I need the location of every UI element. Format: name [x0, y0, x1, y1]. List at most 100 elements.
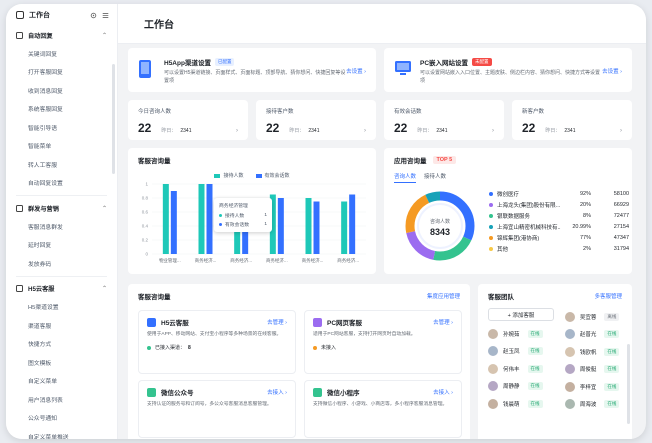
rank-row: 上海龙头(集团)股份有限... 20% 66929 — [489, 199, 633, 210]
team-member[interactable]: 孙婉茹 在线 — [488, 325, 557, 343]
team-member[interactable]: 何伟丰 在线 — [488, 360, 557, 378]
sidebar-item[interactable]: 智能菜单 — [6, 137, 117, 156]
stat-yesterday-value: 2341 — [436, 128, 448, 134]
sidebar-item[interactable]: 图文模板 — [6, 353, 117, 372]
team-member[interactable]: 周静静 在线 — [488, 378, 557, 396]
bar-1[interactable] — [313, 201, 320, 255]
sidebar-scrollbar[interactable] — [112, 64, 115, 174]
pc-setup-title: PC嵌入网站设置 — [420, 60, 469, 67]
unconfigured-badge: 未配置 — [472, 58, 492, 66]
menu-icon[interactable] — [102, 12, 109, 19]
bar-0[interactable] — [198, 184, 205, 254]
sidebar-item[interactable]: 关键词回复 — [6, 44, 117, 63]
status-badge: 在线 — [604, 365, 620, 374]
stat-yesterday-value: 2341 — [308, 128, 320, 134]
sidebar-item[interactable]: 收到消息回复 — [6, 81, 117, 100]
sidebar-item[interactable]: 自定义菜单 — [6, 372, 117, 391]
x-tick-label: 商务经济... — [230, 257, 252, 264]
sidebar-item-label: 快捷方式 — [28, 342, 52, 349]
sidebar-item[interactable]: 自定义菜单推送 — [6, 427, 117, 439]
sidebar-group[interactable]: H5云客服 ⌃ — [6, 280, 117, 298]
status-badge: 在线 — [527, 329, 543, 338]
rank-pct: 2% — [583, 245, 591, 252]
bar-0[interactable] — [162, 184, 169, 254]
sidebar-item[interactable]: 渠道客服 — [6, 316, 117, 335]
rank-count: 47347 — [613, 234, 629, 241]
stat-card: 新客户数 22 昨日： 2341 › — [512, 100, 632, 140]
bar-0[interactable] — [305, 198, 312, 254]
team-member[interactable]: 赵玉凤 在线 — [488, 343, 557, 361]
chevron-right-icon[interactable]: › — [620, 128, 622, 134]
services-manage-link[interactable]: 集度应用管理 — [427, 292, 460, 300]
h5-setup-link[interactable]: 去设置 › — [346, 67, 366, 75]
tab-consult-count[interactable]: 咨询人数 — [394, 172, 417, 183]
team-member[interactable]: 李梓宜 在线 — [564, 378, 622, 396]
member-name: 赵普光 — [579, 332, 597, 339]
sidebar-item-label: 发放券码 — [28, 261, 52, 268]
service-action-link[interactable]: 去管理 › — [267, 318, 287, 326]
sidebar-item[interactable]: 公众号通知 — [6, 409, 117, 428]
sidebar-group[interactable]: 群发与营销 ⌃ — [6, 199, 117, 217]
pc-setup-link[interactable]: 去设置 › — [602, 67, 622, 75]
stat-label: 新客户数 — [522, 109, 545, 115]
team-manage-link[interactable]: 多客服管理 — [594, 292, 622, 300]
settings-icon[interactable] — [90, 12, 97, 19]
sidebar-group[interactable]: 自动回复 ⌃ — [6, 26, 117, 44]
sidebar-item[interactable]: 发放券码 — [6, 254, 117, 273]
rank-name: 上海宜山精密机械科技有... — [497, 224, 561, 231]
team-member[interactable]: 周海波 在线 — [564, 396, 622, 414]
sidebar-item[interactable]: 转人工客服 — [6, 155, 117, 174]
avatar — [488, 381, 498, 392]
sidebar-item[interactable]: 打开客服回复 — [6, 63, 117, 82]
status-badge: 在线 — [604, 382, 620, 391]
tab-reception-count[interactable]: 接待人数 — [424, 172, 446, 183]
stat-card: 有效会话数 22 昨日： 2341 › — [384, 100, 504, 140]
avatar — [564, 329, 575, 340]
team-member[interactable]: 钱欧帆 在线 — [564, 343, 622, 361]
sidebar-item[interactable]: 延时回复 — [6, 236, 117, 255]
service-action-link[interactable]: 去接入 › — [433, 388, 453, 396]
bar-chart-title: 客服咨询量 — [128, 148, 376, 172]
sidebar-item[interactable]: 快捷方式 — [6, 335, 117, 354]
member-name: 李梓宜 — [579, 384, 597, 391]
service-desc: 使用于APP、移动网站、支付宝小程序等多种场景的在线客服。 — [147, 332, 282, 337]
bar-0[interactable] — [341, 201, 348, 255]
team-member[interactable]: 吴宜蓉 离线 — [564, 308, 622, 326]
chevron-right-icon[interactable]: › — [364, 128, 366, 134]
chevron-up-icon: ⌃ — [101, 286, 107, 292]
add-agent-button[interactable]: + 添加客服 — [488, 308, 554, 321]
team-scrollbar[interactable] — [627, 344, 630, 424]
sidebar-item-label: 关键词回复 — [28, 51, 57, 58]
rank-pct: 20.99% — [572, 223, 591, 230]
sidebar-item[interactable]: H5渠道设置 — [6, 298, 117, 317]
sidebar-item-label: 智能引导语 — [28, 125, 57, 132]
service-action-link[interactable]: 去接入 › — [267, 388, 287, 396]
sidebar-item[interactable]: 用户消息列表 — [6, 390, 117, 409]
bar-1[interactable] — [349, 194, 356, 255]
chevron-right-icon[interactable]: › — [492, 128, 494, 134]
sidebar-item[interactable]: 系统客服回复 — [6, 100, 117, 119]
team-member[interactable]: 周俊艇 在线 — [564, 361, 622, 379]
rank-name: 上海龙头(集团)股份有限... — [497, 202, 561, 209]
sidebar-item-label: 收到消息回复 — [28, 88, 63, 95]
sidebar-item[interactable]: 自动回复设置 — [6, 174, 117, 193]
sidebar-item[interactable]: 智能引导语 — [6, 118, 117, 137]
stat-yesterday-value: 2341 — [564, 128, 576, 134]
add-agent-label: + 添加客服 — [507, 312, 535, 319]
stat-label: 今日咨询人数 — [138, 109, 172, 115]
bar-1[interactable] — [170, 191, 177, 254]
rank-dot — [489, 202, 493, 207]
rank-dot — [489, 191, 493, 196]
bar-1[interactable] — [206, 184, 213, 254]
rank-dot — [489, 224, 493, 229]
service-action-link[interactable]: 去管理 › — [433, 318, 453, 326]
stat-value: 22 — [394, 121, 408, 135]
avatar — [488, 363, 498, 374]
rank-count: 58100 — [613, 190, 629, 197]
bar-1[interactable] — [277, 198, 284, 254]
sidebar-item[interactable]: 客服消息群发 — [6, 217, 117, 236]
service-icon — [313, 387, 322, 397]
chevron-right-icon[interactable]: › — [236, 128, 238, 134]
team-member[interactable]: 钱晨萌 在线 — [488, 395, 557, 413]
team-member[interactable]: 赵普光 在线 — [564, 326, 622, 344]
